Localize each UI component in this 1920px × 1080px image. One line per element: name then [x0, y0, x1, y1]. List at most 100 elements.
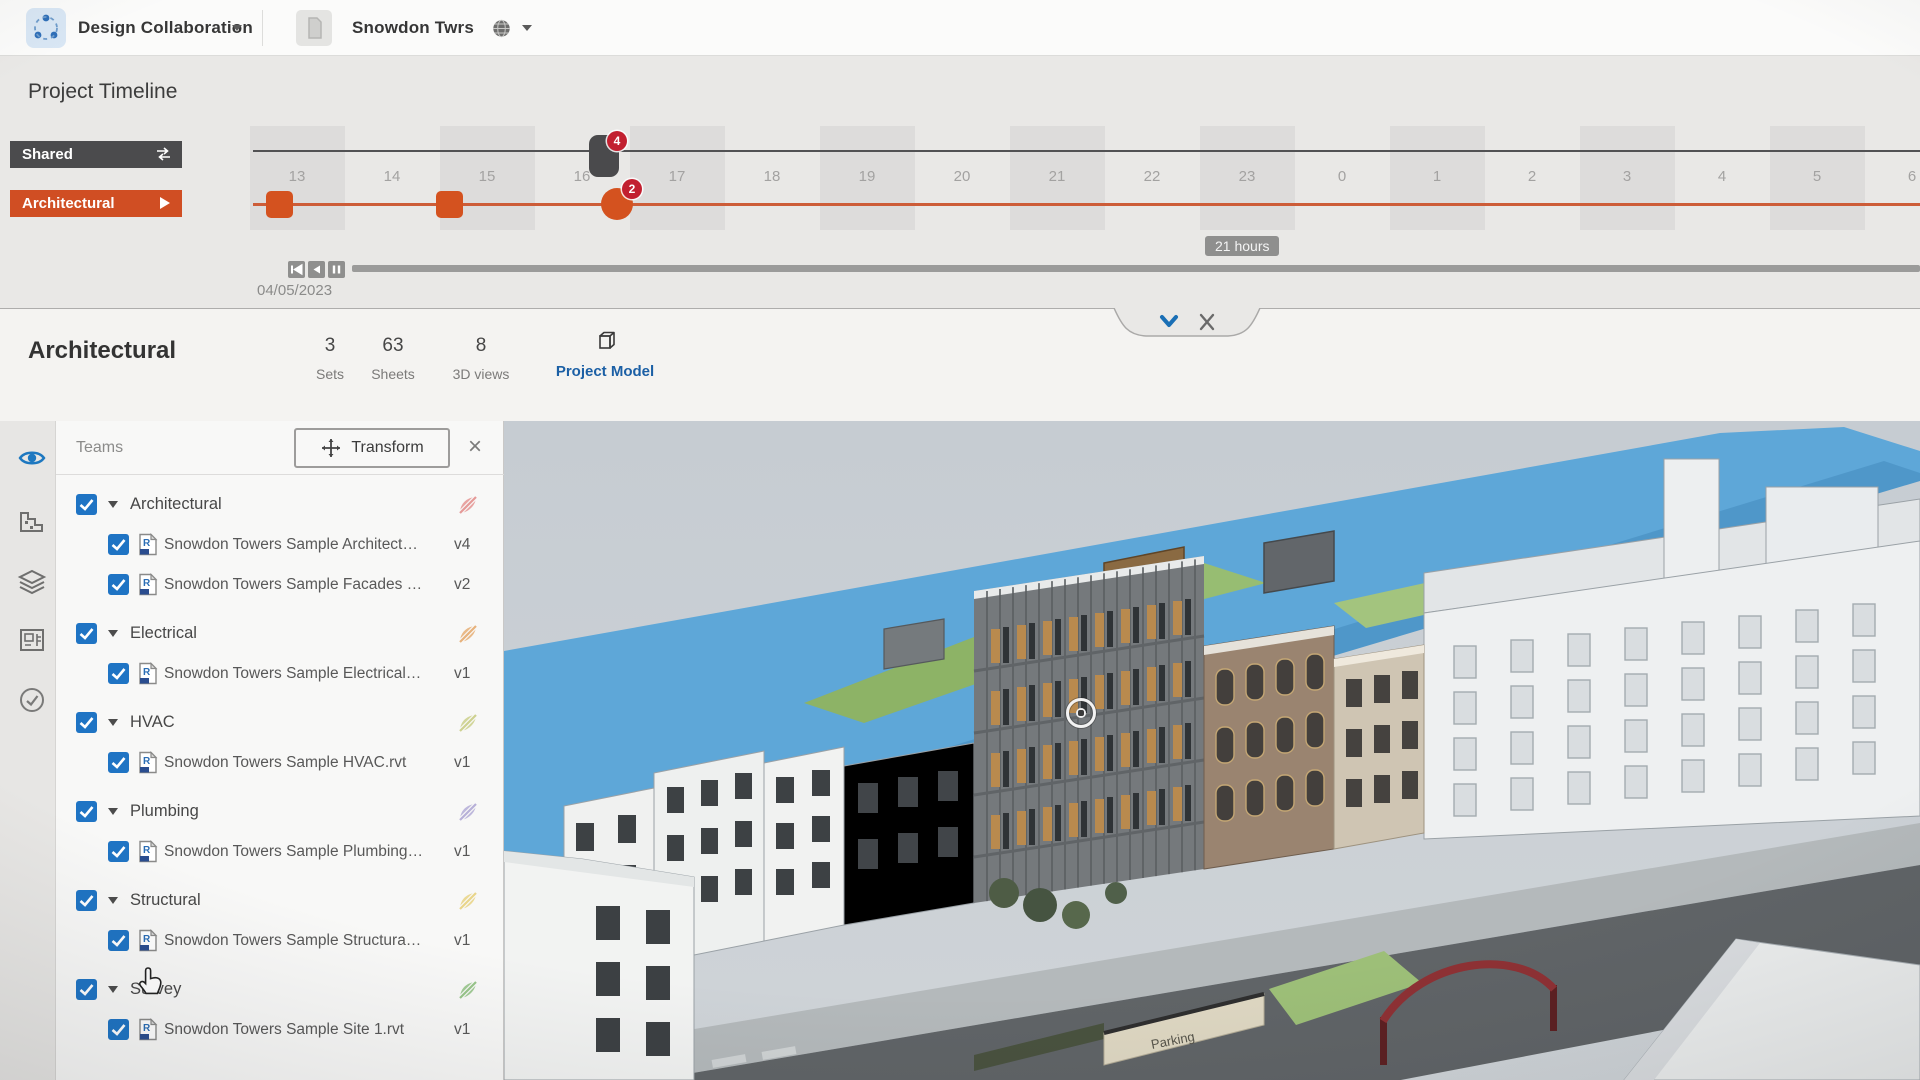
toolbar-check-circle-icon[interactable] — [17, 685, 47, 715]
doc-version: v1 — [454, 665, 470, 683]
doc-row[interactable]: RSnowdon Towers Sample Architect…v4 — [56, 525, 504, 565]
team-color-feather-icon[interactable] — [456, 622, 480, 646]
panel-close-button[interactable]: × — [468, 435, 482, 459]
shared-lane-line — [253, 150, 1920, 152]
svg-text:R: R — [143, 845, 151, 856]
timeline-tick-label: 2 — [1485, 168, 1580, 185]
team-caret-icon[interactable] — [108, 630, 118, 637]
architectural-lane-line — [253, 203, 1920, 206]
camera-view-button[interactable] — [1066, 698, 1096, 728]
app-icon[interactable] — [26, 8, 66, 48]
doc-checkbox[interactable] — [108, 930, 129, 951]
package-marker[interactable] — [266, 191, 293, 218]
svg-text:R: R — [143, 934, 151, 945]
project-doc-icon[interactable] — [296, 10, 332, 46]
doc-checkbox[interactable] — [108, 1019, 129, 1040]
playback-pause-button[interactable] — [328, 261, 345, 278]
stat-label: 3D views — [436, 366, 526, 382]
rvt-file-icon: R — [138, 662, 158, 685]
svg-text:R: R — [143, 578, 151, 589]
team-caret-icon[interactable] — [108, 897, 118, 904]
model-scene: Parking — [504, 421, 1920, 1080]
team-row[interactable]: Structural — [56, 881, 504, 921]
rvt-file-icon: R — [138, 533, 158, 556]
shared-lane-label: Shared — [22, 146, 73, 163]
timeline-close-button[interactable] — [1194, 312, 1220, 334]
architectural-lane-label: Architectural — [22, 195, 115, 212]
toolbar-sheet-view-icon[interactable] — [17, 625, 47, 655]
lane-label-architectural[interactable]: Architectural — [10, 190, 182, 217]
team-color-feather-icon[interactable] — [456, 800, 480, 824]
team-checkbox[interactable] — [76, 890, 97, 911]
team-row[interactable]: Plumbing — [56, 792, 504, 832]
left-toolbar — [0, 421, 56, 1080]
toolbar-layers-icon[interactable] — [17, 567, 47, 597]
doc-checkbox[interactable] — [108, 752, 129, 773]
timeline-tick-label: 20 — [915, 168, 1010, 185]
team-color-feather-icon[interactable] — [456, 978, 480, 1002]
project-model-button[interactable]: Project Model — [540, 329, 670, 380]
doc-row[interactable]: RSnowdon Towers Sample Site 1.rvtv1 — [56, 1010, 504, 1050]
team-summary-section: Architectural 3Sets63Sheets83D views Pro… — [0, 309, 1920, 421]
team-row[interactable]: Electrical — [56, 614, 504, 654]
toolbar-phases-icon[interactable] — [17, 507, 47, 537]
architectural-marker-badge: 2 — [622, 179, 642, 199]
project-timeline-section: Project Timeline 13141516171819202122230… — [0, 56, 1920, 309]
project-menu-caret-icon[interactable] — [522, 25, 532, 31]
svg-text:R: R — [143, 667, 151, 678]
team-caret-icon[interactable] — [108, 501, 118, 508]
team-checkbox[interactable] — [76, 712, 97, 733]
package-marker[interactable] — [436, 191, 463, 218]
collapse-tab — [1112, 308, 1262, 340]
timeline-tick-label: 4 — [1675, 168, 1770, 185]
lane-label-shared[interactable]: Shared — [10, 141, 182, 168]
stat-sheets[interactable]: 63Sheets — [348, 335, 438, 382]
team-color-feather-icon[interactable] — [456, 889, 480, 913]
timeline-tick-label: 18 — [725, 168, 820, 185]
check-icon — [108, 752, 129, 773]
doc-checkbox[interactable] — [108, 663, 129, 684]
team-checkbox[interactable] — [76, 801, 97, 822]
top-bar: Design Collaboration Snowdon Twrs — [0, 0, 1920, 56]
toolbar-visibility-icon[interactable] — [17, 443, 47, 473]
playback-skip-start-button[interactable] — [288, 261, 305, 278]
team-row[interactable]: Architectural — [56, 485, 504, 525]
team-caret-icon[interactable] — [108, 808, 118, 815]
timeline-tick-label: 15 — [440, 168, 535, 185]
team-caret-icon[interactable] — [108, 719, 118, 726]
team-checkbox[interactable] — [76, 494, 97, 515]
3d-viewport[interactable]: Parking — [504, 421, 1920, 1080]
timeline-tick-label: 1 — [1390, 168, 1485, 185]
transform-button[interactable]: Transform — [294, 428, 450, 468]
rvt-file-icon: R — [138, 573, 158, 596]
doc-row[interactable]: RSnowdon Towers Sample Structura…v1 — [56, 921, 504, 961]
team-row[interactable]: Survey — [56, 970, 504, 1010]
team-row[interactable]: HVAC — [56, 703, 504, 743]
stat-3d-views[interactable]: 83D views — [436, 335, 526, 382]
project-name[interactable]: Snowdon Twrs — [352, 0, 474, 56]
rvt-file-icon: R — [138, 840, 158, 863]
check-icon — [76, 979, 97, 1000]
timeline-tick-label: 22 — [1105, 168, 1200, 185]
app-menu-caret-icon[interactable] — [232, 25, 242, 31]
team-color-feather-icon[interactable] — [456, 493, 480, 517]
playback-progress-bar[interactable] — [352, 265, 1920, 272]
doc-row[interactable]: RSnowdon Towers Sample Electrical…v1 — [56, 654, 504, 694]
design-collaboration-app: Design Collaboration Snowdon Twrs Projec… — [0, 0, 1920, 1080]
doc-checkbox[interactable] — [108, 841, 129, 862]
team-caret-icon[interactable] — [108, 986, 118, 993]
doc-version: v4 — [454, 536, 470, 554]
playback-step-back-button[interactable] — [308, 261, 325, 278]
team-color-feather-icon[interactable] — [456, 711, 480, 735]
doc-checkbox[interactable] — [108, 574, 129, 595]
team-checkbox[interactable] — [76, 979, 97, 1000]
doc-row[interactable]: RSnowdon Towers Sample Facades …v2 — [56, 565, 504, 605]
team-checkbox[interactable] — [76, 623, 97, 644]
doc-checkbox[interactable] — [108, 534, 129, 555]
doc-row[interactable]: RSnowdon Towers Sample HVAC.rvtv1 — [56, 743, 504, 783]
collapse-timeline-button[interactable] — [1156, 312, 1182, 334]
doc-row[interactable]: RSnowdon Towers Sample Plumbing…v1 — [56, 832, 504, 872]
playback-skip-start-button-icon — [288, 261, 305, 278]
app-title[interactable]: Design Collaboration — [78, 0, 253, 56]
cube-icon — [593, 329, 617, 353]
